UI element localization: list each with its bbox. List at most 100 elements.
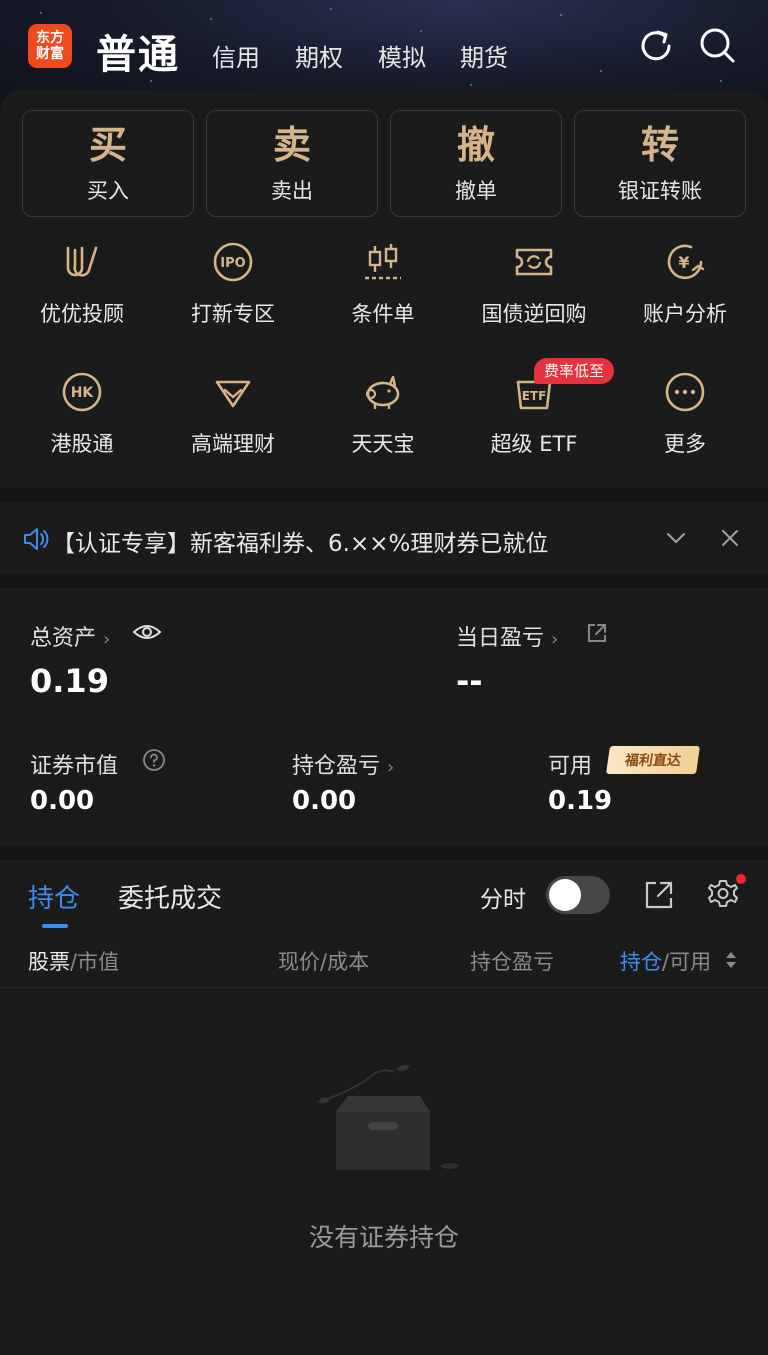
account-analysis-icon: ¥ [667,244,705,280]
cancel-glyph: 撤 [456,121,495,167]
page: 东方 财富 普通 信用 期权 模拟 期货 买 买入 卖 卖出 撤 撤单 转 银证… [0,0,768,1355]
tab-credit[interactable]: 信用 [212,38,260,73]
grid-label-youyou: 优优投顾 [40,302,124,326]
available-label: 可用 [548,754,593,779]
settings-gear-icon[interactable] [706,878,740,912]
more-icon [665,372,705,412]
youyou-icon [66,246,98,277]
welfare-badge[interactable]: 福利直达 [606,746,700,774]
daily-pl-link[interactable]: 当日盈亏 › [456,620,558,652]
empty-holdings-text: 没有证券持仓 [308,1223,459,1252]
active-tab-indicator [42,924,68,928]
position-pl-value: 0.00 [292,786,357,816]
daily-pl-label: 当日盈亏 [456,626,545,651]
help-icon[interactable] [142,748,166,772]
cancel-order-button[interactable]: 撤 撤单 [390,110,562,217]
chevron-down-icon[interactable] [664,528,688,548]
tab-futures[interactable]: 期货 [460,38,508,73]
grid-item-account-analysis[interactable]: ¥ 账户分析 [610,240,760,340]
col-hold-sort[interactable]: 持仓/可用 [620,946,711,976]
external-link-icon[interactable] [586,622,608,644]
grid-label-super-etf: 超级 ETF [490,432,578,456]
eye-icon[interactable] [132,622,162,642]
timeshare-toggle[interactable] [546,876,610,914]
sell-label: 卖出 [271,178,313,203]
position-pl-label: 持仓盈亏 [292,754,381,779]
cancel-label: 撤单 [455,178,497,203]
col-stock: 股票/市值 [28,946,119,976]
diamond-icon [215,380,251,408]
position-pl-link[interactable]: 持仓盈亏 › [292,748,394,780]
svg-text:ETF: ETF [522,389,547,403]
total-assets-link[interactable]: 总资产 › [30,620,110,652]
sort-icon[interactable] [724,950,738,970]
grid-item-youyou[interactable]: 优优投顾 [7,240,157,340]
col-stock-sub: /市值 [70,950,120,974]
notice-text[interactable]: 【认证专享】新客福利券、6.××%理财券已就位 [52,524,548,558]
grid-item-wealth[interactable]: 高端理财 [158,370,308,470]
transfer-label: 银证转账 [618,178,702,203]
col-hold-label: 持仓 [620,950,662,974]
search-icon[interactable] [698,26,738,66]
grid-label-ipo: 打新专区 [191,302,275,326]
grid-item-hk-connect[interactable]: HK 港股通 [7,370,157,470]
buy-label: 买入 [87,178,129,203]
logo-line2: 财富 [36,46,64,62]
available-value: 0.19 [548,786,613,816]
bank-transfer-button[interactable]: 转 银证转账 [574,110,746,217]
col-price-cost: 现价/成本 [278,950,370,974]
grid-item-tiantianbao[interactable]: 天天宝 [308,370,458,470]
market-value: 0.00 [30,786,95,816]
chevron-right-icon: › [551,629,559,650]
account-type-title[interactable]: 普通 [96,22,180,80]
chevron-right-icon: › [103,629,111,650]
buy-button[interactable]: 买 买入 [22,110,194,217]
notice-bar[interactable]: 【认证专享】新客福利券、6.××%理财券已就位 [0,502,768,574]
grid-label-tiantianbao: 天天宝 [351,432,415,456]
col-position-pl: 持仓盈亏 [470,950,554,974]
logo-line1: 东方 [36,30,64,46]
grid-item-bond-repo[interactable]: 国债逆回购 [459,240,609,340]
tab-holdings[interactable]: 持仓 [28,878,80,915]
grid-item-conditional-order[interactable]: 条件单 [308,240,458,340]
grid-item-ipo[interactable]: IPO 打新专区 [158,240,308,340]
grid-item-super-etf[interactable]: ETF 超级 ETF [459,370,609,470]
svg-text:HK: HK [71,385,95,401]
app-logo: 东方 财富 [28,24,72,68]
candlestick-icon [365,244,401,280]
grid-label-bond-repo: 国债逆回购 [481,302,587,326]
svg-text:IPO: IPO [220,256,245,271]
total-assets-value: 0.19 [30,662,109,700]
market-value-label: 证券市值 [30,754,119,779]
col-stock-label: 股票 [28,950,70,974]
holdings-table-header: 股票/市值 现价/成本 持仓盈亏 持仓/可用 [0,930,768,988]
tab-orders-trades[interactable]: 委托成交 [118,878,222,915]
daily-pl-value: -- [456,662,483,700]
grid-label-conditional-order: 条件单 [351,302,415,326]
grid-label-hk-connect: 港股通 [50,432,114,456]
toggle-knob [549,879,581,911]
piggy-bank-icon [365,375,400,409]
share-icon[interactable] [644,880,674,910]
grid-label-wealth: 高端理财 [191,432,275,456]
sell-button[interactable]: 卖 卖出 [206,110,378,217]
refresh-icon[interactable] [636,26,676,66]
bond-repo-icon [515,248,553,276]
sell-glyph: 卖 [272,121,311,167]
fee-promo-badge: 费率低至 [534,358,615,384]
ipo-icon: IPO [213,242,253,282]
tab-simulation[interactable]: 模拟 [378,38,426,73]
svg-text:¥: ¥ [678,253,689,272]
empty-box-illustration [318,1064,460,1170]
close-icon[interactable] [720,528,740,548]
asset-summary: 总资产 › 0.19 当日盈亏 › -- 证券市值 0.00 持仓盈亏 › 0.… [0,588,768,846]
chevron-right-icon: › [387,757,395,778]
grid-label-account-analysis: 账户分析 [643,302,727,326]
grid-item-more[interactable]: 更多 [610,370,760,470]
total-assets-label: 总资产 [30,626,97,651]
buy-glyph: 买 [88,121,127,167]
grid-label-more: 更多 [664,432,706,456]
tab-options[interactable]: 期权 [295,38,343,73]
col-hold-sub: /可用 [662,950,712,974]
speaker-icon [24,528,49,550]
